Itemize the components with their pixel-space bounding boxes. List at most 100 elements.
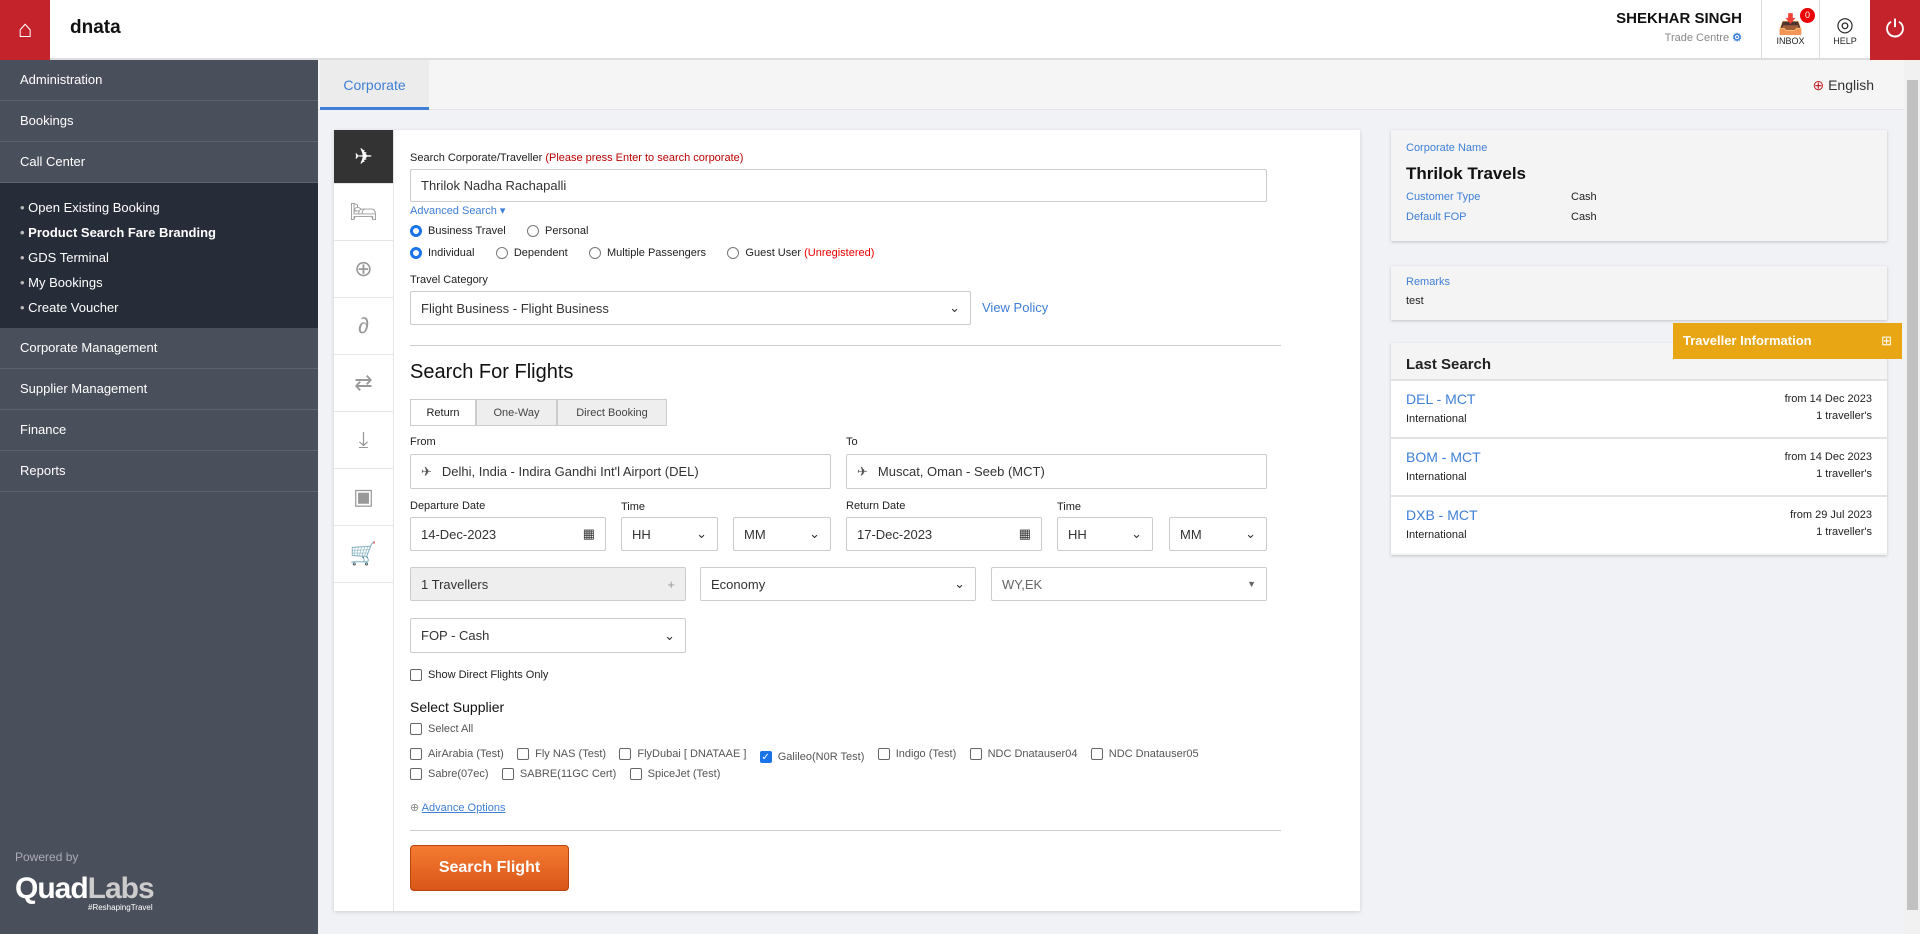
quadlabs-logo: QuadLabs <box>15 872 155 905</box>
submenu-my-bookings[interactable]: My Bookings <box>20 270 318 295</box>
landing-icon: ✈ <box>857 463 868 479</box>
insurance-icon[interactable]: ⊕ <box>334 241 393 298</box>
scrollbar-thumb[interactable] <box>1907 80 1918 910</box>
return-date-input[interactable]: 17-Dec-2023 ▦ <box>846 517 1042 551</box>
top-header: ⌂ dnata SHEKHAR SINGH Trade Centre ⚙ 📥 0 … <box>0 0 1920 60</box>
last-search-item[interactable]: DXB - MCT International from 29 Jul 2023 1 … <box>1391 495 1887 553</box>
direct-flights-checkbox[interactable]: Show Direct Flights Only <box>410 669 548 681</box>
travel-category-select[interactable]: Flight Business - Flight Business ⌄ <box>410 291 971 325</box>
sidebar-item-corporate-management[interactable]: Corporate Management <box>0 328 318 369</box>
last-search-item[interactable]: BOM - MCT International from 14 Dec 2023 1 … <box>1391 437 1887 495</box>
user-info[interactable]: SHEKHAR SINGH Trade Centre ⚙ <box>1616 10 1742 44</box>
from-label: From <box>410 436 436 448</box>
radio-dependent[interactable]: Dependent <box>495 247 568 259</box>
page-scrollbar[interactable] <box>1904 60 1920 934</box>
preferred-airlines-input[interactable]: WY,EK ▼ <box>991 567 1267 601</box>
terminal-icon[interactable]: ▣ <box>334 469 393 526</box>
radio-guest-user[interactable]: Guest User (Unregistered) <box>727 247 874 259</box>
logout-button[interactable]: ⏻ <box>1870 0 1920 60</box>
home-button[interactable]: ⌂ <box>0 0 50 60</box>
flight-icon[interactable]: ✈ <box>334 130 393 184</box>
supplier-checkbox[interactable]: NDC Dnatauser05 <box>1090 748 1199 760</box>
uk-flag-icon: ⊕ <box>1812 77 1825 93</box>
user-branch: Trade Centre <box>1664 32 1730 44</box>
supplier-checkbox[interactable]: Sabre(07ec) <box>410 768 489 780</box>
tab-direct-booking[interactable]: Direct Booking <box>557 399 667 426</box>
calendar-icon: ▦ <box>1018 526 1031 541</box>
supplier-checkbox[interactable]: Indigo (Test) <box>877 748 956 760</box>
corporate-traveller-input[interactable]: Thrilok Nadha Rachapalli <box>410 169 1267 202</box>
supplier-checkbox[interactable]: SABRE(11GC Cert) <box>501 768 616 780</box>
inbox-label: INBOX <box>1776 36 1805 46</box>
sidebar-item-administration[interactable]: Administration <box>0 60 318 101</box>
divider <box>410 345 1281 346</box>
supplier-checkbox[interactable]: FlyDubai [ DNATAAE ] <box>619 748 746 760</box>
visa-icon[interactable]: ∂ <box>334 298 393 355</box>
gear-icon[interactable]: ⚙ <box>1732 32 1742 44</box>
travellers-selector[interactable]: 1 Travellers + <box>410 567 686 601</box>
chevron-down-icon: ⌄ <box>954 576 965 591</box>
submenu-open-existing-booking[interactable]: Open Existing Booking <box>20 195 318 220</box>
departure-minute-select[interactable]: MM ⌄ <box>733 517 831 551</box>
inbox-button[interactable]: 📥 0 INBOX <box>1761 0 1819 60</box>
supplier-checkbox[interactable]: SpiceJet (Test) <box>629 768 720 780</box>
sidebar-item-call-center[interactable]: Call Center <box>0 142 318 183</box>
return-hour-select[interactable]: HH ⌄ <box>1057 517 1153 551</box>
search-flight-button[interactable]: Search Flight <box>410 845 569 891</box>
last-search-item[interactable]: DEL - MCT International from 14 Dec 2023 1 … <box>1391 379 1887 437</box>
chevron-down-icon: ⌄ <box>1245 526 1256 541</box>
return-date-label: Return Date <box>846 500 906 512</box>
import-icon[interactable]: ⤓ <box>334 412 393 469</box>
departure-date-input[interactable]: 14-Dec-2023 ▦ <box>410 517 606 551</box>
radio-multiple-passengers[interactable]: Multiple Passengers <box>589 247 706 259</box>
last-search-title: Last Search <box>1406 356 1492 373</box>
submenu-gds-terminal[interactable]: GDS Terminal <box>20 245 318 270</box>
expand-icon: ⊞ <box>1881 333 1892 348</box>
tab-corporate[interactable]: Corporate <box>320 60 429 110</box>
supplier-checkbox-checked[interactable]: ✓ Galileo(N0R Test) <box>759 751 864 763</box>
return-minute-select[interactable]: MM ⌄ <box>1169 517 1267 551</box>
view-policy-link[interactable]: View Policy <box>982 300 1048 315</box>
fop-select[interactable]: FOP - Cash ⌄ <box>410 618 686 653</box>
power-icon: ⏻ <box>1885 16 1905 43</box>
hotel-icon[interactable]: 🛏 <box>334 184 393 241</box>
advance-options-link[interactable]: ⊕ Advance Options <box>410 801 505 814</box>
help-button[interactable]: ◎ HELP <box>1819 0 1870 60</box>
supplier-checkbox[interactable]: AirArabia (Test) <box>410 748 504 760</box>
sidebar-item-bookings[interactable]: Bookings <box>0 101 318 142</box>
supplier-checkbox[interactable]: Fly NAS (Test) <box>517 748 606 760</box>
logo-tagline: #ReshapingTravel <box>88 903 153 912</box>
sidebar-item-supplier-management[interactable]: Supplier Management <box>0 369 318 410</box>
customer-type-label: Customer Type <box>1406 191 1481 203</box>
corporate-info-card: Corporate Name Thrilok Travels Customer … <box>1391 130 1887 241</box>
chevron-down-icon: ⌄ <box>809 526 820 541</box>
from-input[interactable]: ✈ Delhi, India - Indira Gandhi Int'l Airp… <box>410 454 831 489</box>
advanced-search-link[interactable]: Advanced Search ▾ <box>410 204 505 217</box>
chevron-down-icon: ⌄ <box>1131 526 1142 541</box>
transfer-icon[interactable]: ⇄ <box>334 355 393 412</box>
language-selector[interactable]: ⊕ English <box>1812 77 1874 94</box>
submenu-create-voucher[interactable]: Create Voucher <box>20 295 318 320</box>
to-input[interactable]: ✈ Muscat, Oman - Seeb (MCT) <box>846 454 1267 489</box>
travel-category-label: Travel Category <box>410 274 488 286</box>
select-all-checkbox[interactable]: Select All <box>410 723 473 735</box>
add-cart-icon[interactable]: 🛒 <box>334 526 393 583</box>
corporate-name-label: Corporate Name <box>1406 142 1488 154</box>
supplier-checkbox[interactable]: NDC Dnatauser04 <box>969 748 1077 760</box>
sidebar-item-finance[interactable]: Finance <box>0 410 318 451</box>
default-fop-value: Cash <box>1571 211 1597 223</box>
tab-return[interactable]: Return <box>410 399 476 426</box>
tab-bar: Corporate ⊕ English <box>318 60 1904 110</box>
caret-down-icon: ▼ <box>1247 579 1256 589</box>
departure-hour-select[interactable]: HH ⌄ <box>621 517 718 551</box>
search-corporate-label: Search Corporate/Traveller (Please press… <box>410 152 744 164</box>
radio-individual[interactable]: Individual <box>410 247 474 259</box>
section-title: Search For Flights <box>410 361 574 383</box>
tab-one-way[interactable]: One-Way <box>476 399 557 426</box>
submenu-product-search[interactable]: Product Search Fare Branding <box>20 220 318 245</box>
cabin-class-select[interactable]: Economy ⌄ <box>700 567 976 601</box>
radio-personal[interactable]: Personal <box>527 225 588 237</box>
radio-business-travel[interactable]: Business Travel <box>410 225 506 237</box>
sidebar-item-reports[interactable]: Reports <box>0 451 318 492</box>
traveller-information-tab[interactable]: Traveller Information ⊞ <box>1673 323 1902 359</box>
